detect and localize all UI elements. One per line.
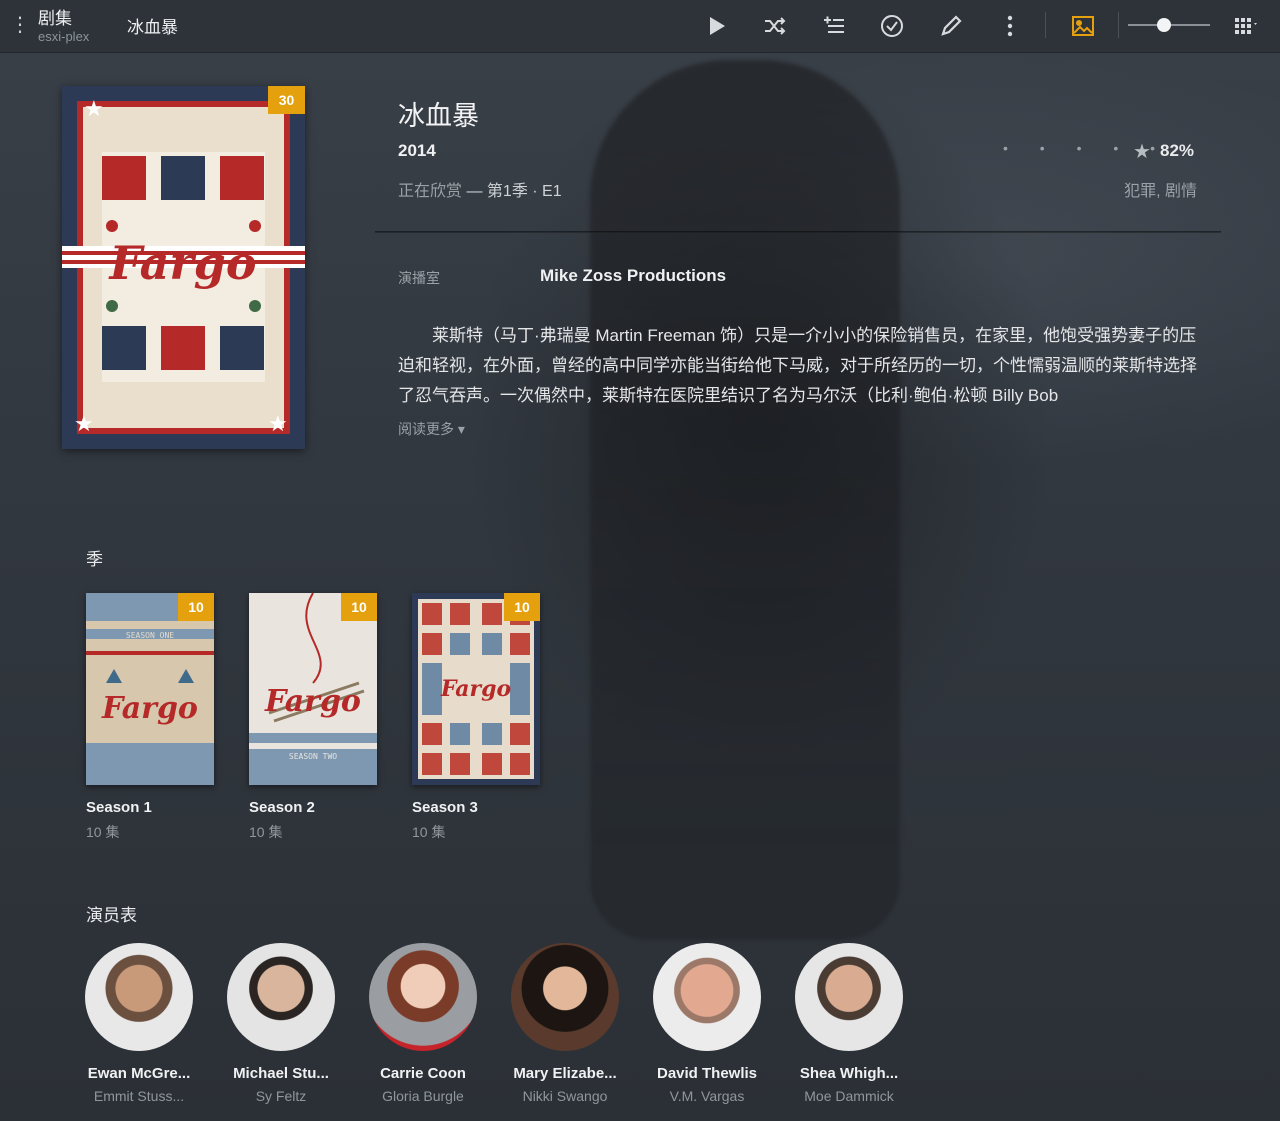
toolbar-separator <box>1045 12 1046 38</box>
season-episode-count: 10 集 <box>86 824 120 840</box>
season-poster[interactable]: SEASON ONE Fargo 10 <box>86 593 214 785</box>
slider-handle[interactable] <box>1157 18 1171 32</box>
now-watching-label: 正在欣赏 <box>398 183 463 200</box>
actor-name[interactable]: David Thewlis <box>645 1065 769 1082</box>
actor-name[interactable]: Carrie Coon <box>361 1065 485 1082</box>
role-name: V.M. Vargas <box>669 1088 745 1104</box>
season-title[interactable]: Season 1 <box>86 799 216 816</box>
background-figure <box>590 60 900 940</box>
role-name: Sy Feltz <box>255 1088 307 1104</box>
grid-icon[interactable] <box>1232 13 1258 39</box>
season-card[interactable]: SEASON TWO Fargo 10 Season 2 10 集 <box>249 593 379 842</box>
avatar[interactable] <box>369 943 477 1051</box>
server-name: esxi-plex <box>38 29 90 44</box>
cast-member[interactable]: David Thewlis V.M. Vargas <box>645 943 769 1104</box>
now-watching-episode: — 第1季 · E1 <box>466 183 562 200</box>
actor-name[interactable]: Mary Elizabe... <box>503 1065 627 1082</box>
season-caption: SEASON TWO <box>289 752 337 761</box>
role-name: Moe Dammick <box>804 1088 894 1104</box>
avatar[interactable] <box>653 943 761 1051</box>
season-title[interactable]: Season 2 <box>249 799 379 816</box>
avatar[interactable] <box>511 943 619 1051</box>
shuffle-icon[interactable] <box>762 13 788 39</box>
more-icon[interactable] <box>997 13 1023 39</box>
season-logo: Fargo <box>101 691 198 726</box>
season-episode-count: 10 集 <box>249 824 283 840</box>
unwatched-count-badge: 30 <box>268 86 305 114</box>
genres: 犯罪, 剧情 <box>1124 183 1197 200</box>
poster-logo: Fargo <box>107 236 256 290</box>
season-caption: SEASON ONE <box>126 631 174 640</box>
season-card[interactable]: SEASON ONE Fargo 10 Season 1 10 集 <box>86 593 216 842</box>
season-badge: 10 <box>178 593 214 621</box>
summary-text: 莱斯特（马丁·弗瑞曼 Martin Freeman 饰）只是一介小小的保险销售员… <box>398 326 1197 405</box>
role-name: Gloria Burgle <box>382 1088 464 1104</box>
background-art-icon[interactable] <box>1070 13 1096 39</box>
cast-member[interactable]: Carrie Coon Gloria Burgle <box>361 943 485 1104</box>
svg-text:★: ★ <box>84 97 104 122</box>
breadcrumb-title: 冰血暴 <box>127 18 178 37</box>
cast-member[interactable]: Ewan McGre... Emmit Stuss... <box>77 943 201 1104</box>
now-watching[interactable]: 正在欣赏 — 第1季 · E1 <box>398 177 562 201</box>
actor-name[interactable]: Shea Whigh... <box>787 1065 911 1082</box>
actor-name[interactable]: Ewan McGre... <box>77 1065 201 1082</box>
avatar[interactable] <box>795 943 903 1051</box>
cast-member[interactable]: Shea Whigh... Moe Dammick <box>787 943 911 1104</box>
toolbar-separator <box>1118 12 1119 38</box>
top-bar: ⋮ 剧集 esxi-plex 冰血暴 <box>0 0 1280 53</box>
studio-label: 演播室 <box>398 270 440 286</box>
play-icon[interactable] <box>704 13 730 39</box>
season-badge: 10 <box>341 593 377 621</box>
show-year: 2014 <box>398 141 436 160</box>
season-title[interactable]: Season 3 <box>412 799 542 816</box>
divider <box>375 231 1221 233</box>
seasons-heading: 季 <box>86 550 103 569</box>
critic-rating: 82% <box>1160 141 1195 160</box>
season-poster[interactable]: SEASON TWO Fargo 10 <box>249 593 377 785</box>
svg-text:★: ★ <box>268 412 288 437</box>
poster-art: ★ ★ ★ Fargo <box>62 86 305 449</box>
sidebar-menu-icon[interactable]: ⋮ <box>10 12 30 38</box>
season-badge: 10 <box>504 593 540 621</box>
cast-heading: 演员表 <box>86 906 137 925</box>
season-logo: Fargo <box>440 676 511 702</box>
add-to-playlist-icon[interactable] <box>821 13 847 39</box>
season-logo: Fargo <box>264 684 361 719</box>
season-episode-count: 10 集 <box>412 824 446 840</box>
role-name: Emmit Stuss... <box>93 1088 185 1104</box>
show-title: 冰血暴 <box>398 101 479 131</box>
cast-member[interactable]: Michael Stu... Sy Feltz <box>219 943 343 1104</box>
show-poster[interactable]: ★ ★ ★ Fargo 30 <box>62 86 305 449</box>
svg-text:★: ★ <box>74 412 94 437</box>
season-card[interactable]: Fargo 10 Season 3 10 集 <box>412 593 542 842</box>
read-more-link[interactable]: 阅读更多 ▾ <box>398 419 465 439</box>
mark-watched-icon[interactable] <box>879 13 905 39</box>
star-icon: ★ <box>1133 141 1151 163</box>
season-poster[interactable]: Fargo 10 <box>412 593 540 785</box>
avatar[interactable] <box>85 943 193 1051</box>
avatar[interactable] <box>227 943 335 1051</box>
library-title[interactable]: 剧集 <box>38 4 72 29</box>
studio-name: Mike Zoss Productions <box>540 266 727 285</box>
role-name: Nikki Swango <box>522 1088 608 1104</box>
actor-name[interactable]: Michael Stu... <box>219 1065 343 1082</box>
edit-icon[interactable] <box>938 13 964 39</box>
cast-member[interactable]: Mary Elizabe... Nikki Swango <box>503 943 627 1104</box>
